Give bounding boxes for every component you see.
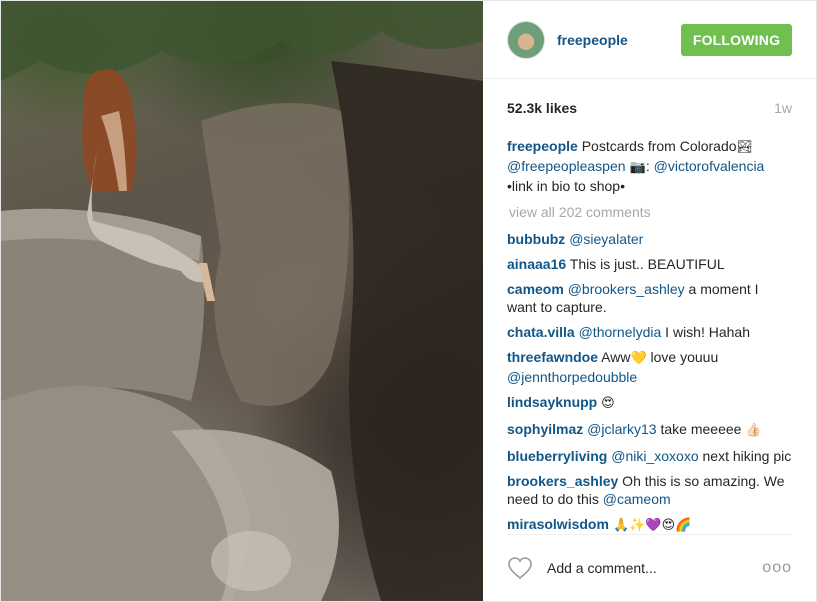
- like-count[interactable]: 52.3k likes: [507, 100, 577, 116]
- comment-username[interactable]: cameom: [507, 281, 564, 297]
- caption: freepeople Postcards from Colorado🏞 @fre…: [507, 137, 792, 195]
- comment-text: Aww: [598, 349, 631, 365]
- emoji-string: 🙏✨💜😍🌈: [608, 518, 692, 533]
- comment-row: lindsayknupp 😍: [507, 393, 792, 413]
- comment-row: sophyilmaz @jclarky13 take meeeee 👍🏻: [507, 420, 792, 440]
- comment-row: ainaaa16 This is just.. BEAUTIFUL: [507, 255, 792, 273]
- add-comment-input[interactable]: [545, 559, 763, 577]
- comment-text: I wish! Hahah: [661, 324, 751, 340]
- header-username[interactable]: freepeople: [557, 32, 628, 48]
- comment-text: This is just.. BEAUTIFUL: [566, 256, 725, 272]
- comment-mention[interactable]: @brookers_ashley: [568, 281, 685, 297]
- comment-username[interactable]: lindsayknupp: [507, 394, 597, 410]
- caption-mention-2[interactable]: @victorofvalencia: [654, 158, 765, 174]
- comment-username[interactable]: chata.villa: [507, 324, 575, 340]
- comment-username[interactable]: sophyilmaz: [507, 421, 583, 437]
- post-photo[interactable]: [1, 1, 483, 601]
- caption-mention[interactable]: @freepeopleaspen: [507, 158, 626, 174]
- comment-text: take meeeee: [656, 421, 746, 437]
- comment-mention[interactable]: @sieyalater: [569, 231, 643, 247]
- caption-shop-link-text: •link in bio to shop•: [507, 178, 625, 194]
- heart-eyes-emoji: 😍: [601, 396, 615, 411]
- comment-mention[interactable]: @cameom: [603, 491, 671, 507]
- caption-colon: :: [645, 158, 654, 174]
- heart-icon[interactable]: [507, 556, 533, 580]
- comment-footer: ooo: [507, 534, 792, 601]
- comments-list[interactable]: freepeople Postcards from Colorado🏞 @fre…: [483, 137, 816, 539]
- comment-mention[interactable]: @jclarky13: [587, 421, 656, 437]
- instagram-post: freepeople FOLLOWING 52.3k likes 1w free…: [0, 0, 817, 602]
- profile-avatar[interactable]: [507, 20, 545, 59]
- view-all-comments-link[interactable]: view all 202 comments: [509, 203, 792, 221]
- comment-row: brookers_ashley Oh this is so amazing. W…: [507, 472, 792, 508]
- post-side-panel: freepeople FOLLOWING 52.3k likes 1w free…: [483, 1, 816, 601]
- post-meta: 52.3k likes 1w: [483, 79, 816, 137]
- comment-mention[interactable]: @thornelydia: [579, 324, 662, 340]
- post-age[interactable]: 1w: [774, 100, 792, 116]
- caption-text: Postcards from Colorado: [577, 138, 737, 154]
- post-header: freepeople FOLLOWING: [483, 1, 816, 79]
- more-options-icon[interactable]: ooo: [762, 559, 792, 577]
- comment-text-2: love youuu: [646, 349, 719, 365]
- comment-text: next hiking pic: [698, 448, 792, 464]
- comment-row: chata.villa @thornelydia I wish! Hahah: [507, 323, 792, 341]
- comment-username[interactable]: ainaaa16: [507, 256, 566, 272]
- thumbs-up-emoji: 👍🏻: [745, 423, 762, 438]
- comment-username[interactable]: mirasolwisdom: [507, 516, 609, 532]
- comment-row: cameom @brookers_ashley a moment I want …: [507, 280, 792, 316]
- caption-username[interactable]: freepeople: [507, 138, 578, 154]
- comment-mention[interactable]: @jennthorpedoubble: [507, 369, 637, 385]
- comment-username[interactable]: brookers_ashley: [507, 473, 618, 489]
- following-button[interactable]: FOLLOWING: [681, 23, 792, 56]
- comment-row: threefawndoe Aww💛 love youuu @jennthorpe…: [507, 348, 792, 386]
- camera-emoji: 📷: [625, 160, 646, 175]
- comment-row: bubbubz @sieyalater: [507, 230, 792, 248]
- comment-row: blueberryliving @niki_xoxoxo next hiking…: [507, 447, 792, 465]
- comment-row: mirasolwisdom 🙏✨💜😍🌈: [507, 515, 792, 535]
- comment-username[interactable]: bubbubz: [507, 231, 565, 247]
- comment-username[interactable]: blueberryliving: [507, 448, 607, 464]
- photo-illustration: [1, 1, 483, 601]
- comment-mention[interactable]: @niki_xoxoxo: [611, 448, 698, 464]
- caption-emoji: 🏞: [736, 140, 754, 155]
- comment-username[interactable]: threefawndoe: [507, 349, 598, 365]
- yellow-heart-emoji: 💛: [630, 351, 647, 366]
